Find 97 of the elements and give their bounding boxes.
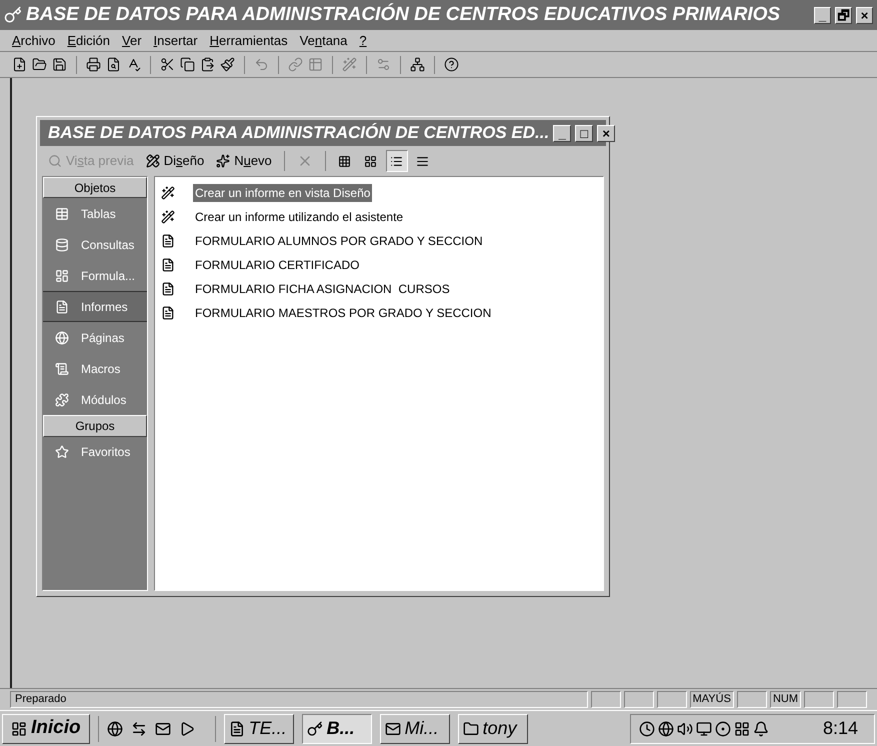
menu-item[interactable]: Herramientas — [210, 30, 288, 50]
toolbar-icon[interactable] — [220, 57, 235, 72]
taskbar-button[interactable]: Mi... — [380, 714, 450, 744]
taskbar-button[interactable]: tony — [458, 714, 528, 744]
tray-icon[interactable] — [715, 720, 731, 736]
tray-icon[interactable] — [639, 720, 655, 736]
document-icon — [55, 300, 69, 314]
tray-icon[interactable] — [696, 720, 712, 736]
toolbar-icon[interactable] — [32, 57, 47, 72]
view-button[interactable] — [386, 150, 408, 172]
envelope-icon — [384, 720, 401, 736]
list-item[interactable]: Crear un informe utilizando el asistente — [193, 208, 406, 226]
toolbar-icon[interactable] — [160, 57, 175, 72]
window-control-button[interactable]: 🗗 — [835, 6, 852, 24]
menu-item[interactable]: Ventana — [300, 30, 348, 50]
object-item[interactable]: Informes — [43, 291, 147, 322]
magnifier-icon — [48, 154, 62, 168]
quick-launch-icon[interactable] — [106, 720, 123, 736]
quick-launch-icon[interactable] — [130, 720, 147, 736]
toolbar-button[interactable]: Diseño — [142, 151, 208, 171]
status-panel — [736, 691, 767, 708]
folder-icon — [462, 720, 479, 736]
taskbar-button[interactable]: B... — [302, 714, 372, 744]
object-item[interactable]: Tablas — [43, 198, 147, 229]
large-icons-icon — [338, 154, 352, 168]
status-panel — [656, 691, 687, 708]
window-control-button[interactable]: _ — [814, 6, 831, 24]
list-item[interactable]: FORMULARIO MAESTROS POR GRADO Y SECCION — [193, 304, 494, 322]
window-title: BASE DE DATOS PARA ADMINISTRACIÓN DE CENTROS ED... — [48, 122, 550, 144]
report-icon — [161, 306, 175, 320]
object-item[interactable]: Módulos — [43, 384, 147, 415]
toolbar-icon[interactable] — [86, 57, 101, 72]
scroll-icon — [55, 362, 69, 376]
puzzle-icon — [55, 392, 69, 406]
globe-icon — [55, 330, 69, 344]
menu-item[interactable]: ? — [359, 30, 367, 50]
taskbar-button[interactable]: TE... — [224, 714, 294, 744]
toolbar-icon[interactable] — [106, 57, 121, 72]
status-indicator: MAYÚS — [690, 691, 734, 708]
toolbar-icon[interactable] — [200, 57, 215, 72]
window-control-button[interactable]: □ — [575, 124, 594, 142]
list-item[interactable]: Crear un informe en vista Diseño — [193, 184, 372, 202]
database-icon — [55, 238, 69, 252]
star-icon — [55, 445, 69, 459]
list-item[interactable]: FORMULARIO CERTIFICADO — [193, 256, 362, 274]
window-control-button[interactable]: × — [856, 6, 873, 24]
toolbar-button[interactable]: Nuevo — [212, 151, 276, 171]
groups-header[interactable]: Grupos — [43, 415, 147, 437]
toolbar-icon[interactable] — [410, 57, 425, 72]
list-item[interactable]: FORMULARIO ALUMNOS POR GRADO Y SECCION — [193, 232, 485, 250]
list-item[interactable]: FORMULARIO FICHA ASIGNACION CURSOS — [193, 280, 452, 298]
status-panel — [590, 691, 621, 708]
tray-icon[interactable] — [753, 720, 769, 736]
list-icon — [390, 154, 404, 168]
report-icon — [161, 234, 175, 248]
small-icons-icon — [364, 154, 378, 168]
menu-item[interactable]: Edición — [67, 30, 110, 50]
object-item[interactable]: Macros — [43, 353, 147, 384]
document-icon — [228, 720, 245, 736]
sparkle-icon — [216, 154, 230, 168]
menu-item[interactable]: Ver — [122, 30, 142, 50]
window-title: BASE DE DATOS PARA ADMINISTRACIÓN DE CENTROS EDUCATIVOS PRIMARIOS — [26, 2, 782, 27]
window-control-button[interactable]: × — [597, 124, 616, 142]
app-icon — [4, 6, 22, 24]
status-panel — [804, 691, 834, 708]
tray-icon[interactable] — [658, 720, 674, 736]
wizard-icon — [161, 186, 175, 200]
toolbar-icon[interactable] — [444, 57, 459, 72]
menu-item[interactable]: Archivo — [12, 30, 56, 50]
key-icon — [306, 720, 323, 736]
ruler-pencil-icon — [146, 154, 160, 168]
form-icon — [55, 268, 69, 282]
object-item[interactable]: Consultas — [43, 229, 147, 260]
quick-launch-icon[interactable] — [154, 720, 171, 736]
status-indicator: NUM — [770, 691, 801, 708]
clock: 8:14 — [822, 717, 859, 740]
grid-icon — [55, 206, 69, 220]
toolbar-icon[interactable] — [12, 57, 27, 72]
status-panel — [837, 691, 867, 708]
objects-header[interactable]: Objetos — [43, 177, 147, 198]
tray-icon[interactable] — [677, 720, 693, 736]
start-button[interactable]: Inicio — [2, 714, 90, 744]
window-control-button[interactable]: _ — [553, 124, 572, 142]
status-text: Preparado — [10, 691, 588, 708]
details-icon — [416, 154, 430, 168]
report-icon — [161, 282, 175, 296]
toolbar-icon[interactable] — [180, 57, 195, 72]
quick-launch-icon[interactable] — [178, 720, 195, 736]
group-item[interactable]: Favoritos — [43, 437, 147, 467]
object-item[interactable]: Páginas — [43, 322, 147, 353]
menu-item[interactable]: Insertar — [154, 30, 198, 50]
wizard-icon — [161, 210, 175, 224]
toolbar-icon[interactable] — [52, 57, 67, 72]
report-icon — [161, 258, 175, 272]
tray-icon[interactable] — [734, 720, 750, 736]
object-item[interactable]: Formula... — [43, 260, 147, 291]
status-panel — [624, 691, 654, 708]
